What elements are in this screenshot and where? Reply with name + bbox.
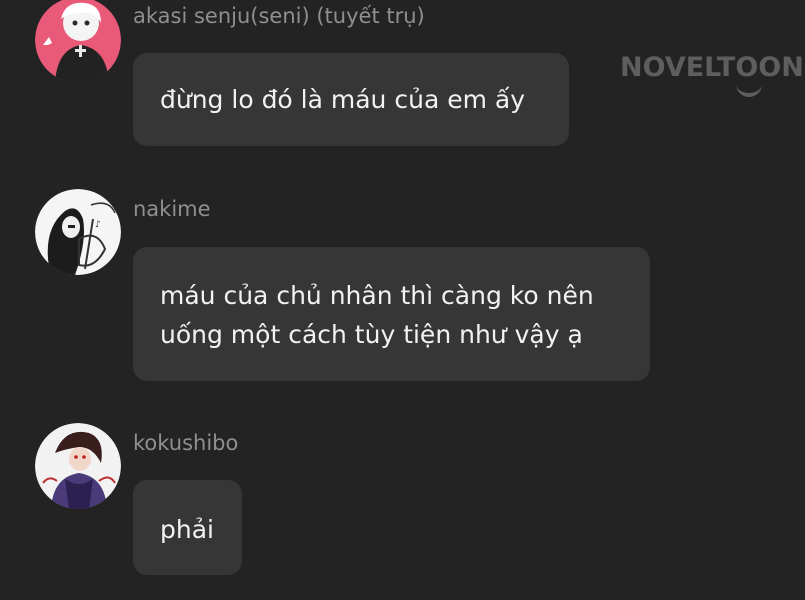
watermark-smile-icon xyxy=(736,83,762,97)
avatar-nakime[interactable]: ♪ xyxy=(35,189,121,275)
avatar-kokushibo-icon xyxy=(35,423,121,509)
message-text: phải xyxy=(160,515,214,544)
noveltoon-watermark: NOVELTOON xyxy=(620,52,804,83)
avatar-kokushibo[interactable] xyxy=(35,423,121,509)
sender-name: nakime xyxy=(133,197,211,221)
message-text-line: uống một cách tùy tiện như vậy ạ xyxy=(160,320,583,349)
message-bubble: phải xyxy=(133,480,242,575)
message-text: đừng lo đó là máu của em ấy xyxy=(160,85,526,114)
message-bubble: đừng lo đó là máu của em ấy xyxy=(133,53,569,146)
sender-name: kokushibo xyxy=(133,431,239,455)
avatar-akasi-senju[interactable] xyxy=(35,0,121,83)
message-text-line: máu của chủ nhân thì càng ko nên xyxy=(160,281,594,310)
sender-name: akasi senju(seni) (tuyết trụ) xyxy=(133,4,425,28)
message-bubble: máu của chủ nhân thì càng ko nên uống mộ… xyxy=(133,247,650,381)
avatar-akasi-senju-icon xyxy=(35,0,121,83)
svg-text:♪: ♪ xyxy=(95,220,101,230)
chat-thread: NOVELTOON akasi senju(seni) (tuyết trụ) … xyxy=(0,0,805,600)
avatar-nakime-icon: ♪ xyxy=(35,189,121,275)
